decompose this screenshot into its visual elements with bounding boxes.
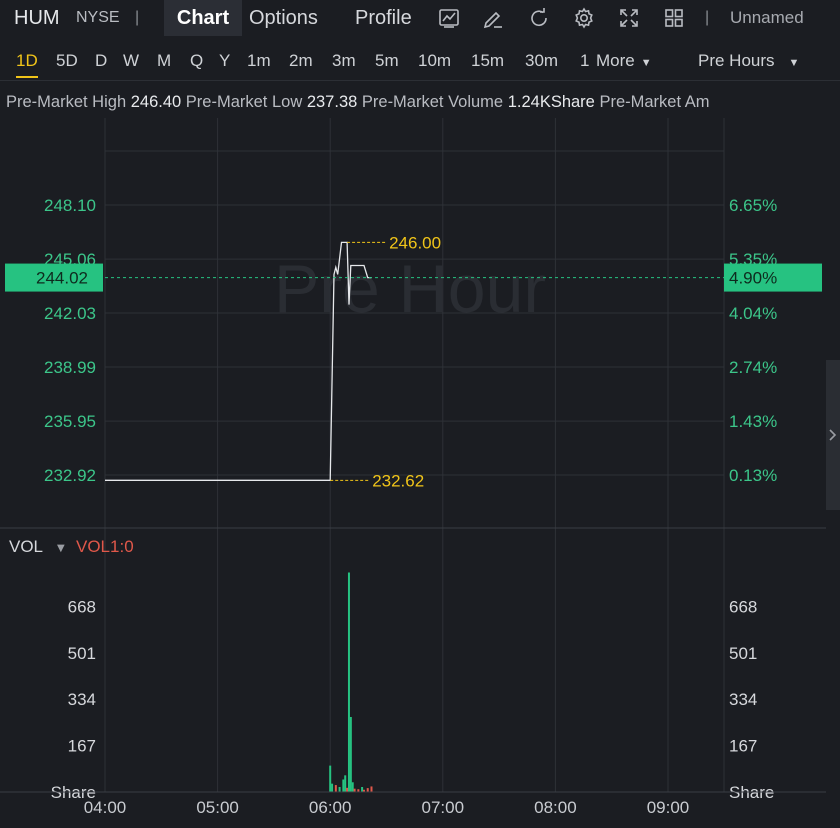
volume-tick-label: 334 xyxy=(68,690,96,709)
volume-sublabel: VOL1:0 xyxy=(76,537,134,556)
volume-bar xyxy=(349,716,352,792)
watermark: Pre Hour xyxy=(274,251,546,327)
current-change-label: 4.90% xyxy=(729,269,777,288)
volume-bar xyxy=(361,786,364,792)
percent-tick-label: 2.74% xyxy=(729,358,777,377)
side-panel-handle[interactable] xyxy=(826,360,840,510)
percent-tick-label: 1.43% xyxy=(729,412,777,431)
chevron-right-icon xyxy=(829,429,837,441)
percent-tick-label: 0.13% xyxy=(729,466,777,485)
percent-tick-label: 4.04% xyxy=(729,304,777,323)
volume-tick-label: 501 xyxy=(68,644,96,663)
volume-tick-label: 167 xyxy=(68,737,96,756)
volume-bar xyxy=(331,783,334,792)
volume-bar xyxy=(347,572,350,792)
volume-tick-label-right: 668 xyxy=(729,597,757,616)
volume-bar xyxy=(370,786,373,792)
chart-background xyxy=(0,118,826,792)
volume-bar xyxy=(346,787,349,792)
price-tick-label: 235.95 xyxy=(44,412,96,431)
volume-tick-label-right: 334 xyxy=(729,690,757,709)
price-tick-label: 242.03 xyxy=(44,304,96,323)
time-tick-label: 07:00 xyxy=(422,798,465,817)
price-tick-label: 232.92 xyxy=(44,466,96,485)
time-tick-label: 04:00 xyxy=(84,798,127,817)
percent-tick-label: 6.65% xyxy=(729,196,777,215)
current-price-label: 244.02 xyxy=(36,269,88,288)
time-tick-label: 08:00 xyxy=(534,798,577,817)
annotation-label: 246.00 xyxy=(389,233,441,252)
chart-canvas[interactable]: Pre Hour248.10 6.65%245.06 5.35%242.03 4.04… xyxy=(0,0,840,828)
volume-tick-label-right: 167 xyxy=(729,737,757,756)
chevron-down-icon: ▼ xyxy=(57,543,65,554)
volume-tick-label: 668 xyxy=(68,597,96,616)
volume-bar xyxy=(329,765,332,792)
volume-bar xyxy=(342,779,345,792)
time-tick-label: 09:00 xyxy=(647,798,690,817)
time-tick-label: 06:00 xyxy=(309,798,352,817)
volume-bar xyxy=(353,788,356,792)
annotation-label: 232.62 xyxy=(372,471,424,490)
price-tick-label: 238.99 xyxy=(44,358,96,377)
volume-tick-label-right: 501 xyxy=(729,644,757,663)
volume-bar xyxy=(366,788,369,792)
volume-bar xyxy=(351,782,354,792)
time-tick-label: 05:00 xyxy=(196,798,239,817)
volume-label: VOL xyxy=(9,537,43,556)
volume-bar xyxy=(338,786,341,792)
price-tick-label: 248.10 xyxy=(44,196,96,215)
volume-bar xyxy=(334,785,337,792)
volume-bar xyxy=(344,775,347,792)
